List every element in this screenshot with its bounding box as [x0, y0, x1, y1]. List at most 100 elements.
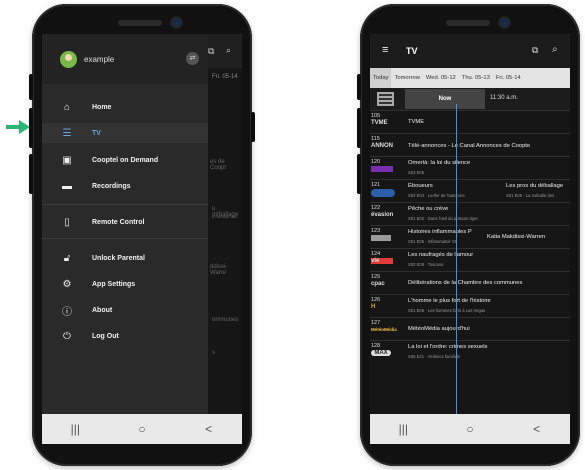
program-episode: S02 E08 · Toscano [408, 262, 444, 267]
program-title[interactable]: Délibérations de la Chambre des communes [408, 280, 522, 286]
menu-item-on-demand[interactable]: ▣ Cooptel on Demand [42, 150, 208, 170]
program-episode: S01 E05 · La mélodie des [506, 193, 555, 198]
info-icon: ⓘ [62, 306, 72, 318]
channel-logo: MAX [371, 350, 391, 356]
left-screen: ⧉ ⌕ Fri. 05-14 es de Coopt u déballage e… [42, 34, 242, 444]
grid-view-icon[interactable] [377, 92, 394, 106]
navigation-drawer: example ⇄ ⌂ Home ☰ TV ▣ Cooptel on Deman… [42, 34, 208, 414]
table-row[interactable]: 123 Histoires inflammables P S01 E06 · I… [370, 225, 570, 249]
table-row[interactable]: 126 H L'homme le plus fort de l'histoire … [370, 294, 570, 318]
system-nav-bar: ||| ○ < [42, 414, 242, 444]
recent-apps-button[interactable]: ||| [388, 422, 418, 436]
menu-item-about[interactable]: ⓘ About [42, 300, 208, 320]
channel-cell: 122 évasion [371, 205, 405, 224]
avatar[interactable] [60, 51, 77, 68]
program-title[interactable]: L'homme le plus fort de l'histoire [408, 298, 491, 304]
program-title[interactable]: MétéoMédia aujourd'hui [408, 326, 470, 332]
app-bar: ≡ TV ⧉ ⌕ [370, 34, 570, 68]
program-title[interactable]: Katia Makdissi-Warren [487, 234, 545, 240]
on-demand-icon: ▣ [62, 154, 72, 166]
channel-cell: 125 cpac [371, 274, 405, 293]
tab-thu[interactable]: Thu. 05-13 [459, 68, 493, 88]
unlock-icon: 🔓︎ [63, 252, 71, 264]
search-icon[interactable]: ⌕ [552, 44, 558, 55]
channel-logo [371, 235, 391, 241]
menu-item-unlock-parental[interactable]: 🔓︎ Unlock Parental [42, 248, 208, 268]
phone-left: ⧉ ⌕ Fri. 05-14 es de Coopt u déballage e… [29, 4, 255, 466]
drawer-header: example ⇄ [42, 34, 208, 84]
power-icon: ⏻ [63, 330, 71, 342]
table-row[interactable]: 121 Éboueurs S02 E04 · Lenfer de l'autom… [370, 179, 570, 203]
program-title[interactable]: Histoires inflammables P [408, 229, 472, 235]
table-row[interactable]: 125 cpac Délibérations de la Chambre des … [370, 271, 570, 295]
phone-right: ≡ TV ⧉ ⌕ Today Tomorrow Wed. 05-12 Thu. … [357, 4, 580, 466]
home-button[interactable]: ○ [127, 422, 157, 436]
program-title[interactable]: Les pros du déballage [506, 183, 563, 189]
tv-guide-icon: ☰ [62, 127, 72, 139]
table-row[interactable]: 124 vie Les naufragés de l'amour S02 E08 … [370, 248, 570, 272]
program-title[interactable]: Les naufragés de l'amour [408, 252, 473, 258]
table-row[interactable]: 115 ANNON Télé-annonces - Le Canal Annonc… [370, 133, 570, 157]
date-tabs: Today Tomorrow Wed. 05-12 Thu. 05-13 Fri… [370, 68, 570, 88]
channel-logo [371, 189, 395, 197]
channel-cell: 127 MétéoMédia [371, 320, 405, 339]
username: example [84, 55, 115, 64]
channel-cell: 115 ANNON [371, 136, 405, 155]
program-title[interactable]: Télé-annonces - Le Canal Annonces de Coo… [408, 143, 530, 149]
divider [42, 204, 208, 205]
tab-fri[interactable]: Fri. 05-14 [493, 68, 524, 88]
channel-logo: H [371, 304, 376, 310]
menu-item-recordings[interactable]: ▬ Recordings [42, 176, 208, 196]
cast-icon[interactable]: ⧉ [532, 45, 538, 56]
table-row[interactable]: 128 MAX La loi et l'ordre: crimes sexuels… [370, 340, 570, 364]
back-button[interactable]: < [522, 422, 552, 436]
hamburger-menu-icon[interactable]: ≡ [382, 44, 388, 56]
program-episode: S01 E06 · Les hommes forts à Las Vegas [408, 308, 486, 313]
channel-cell: 120 [371, 159, 405, 178]
menu-item-tv[interactable]: ☰ TV [42, 123, 208, 143]
table-row[interactable]: 122 évasion Pêche ou crève S01 E02 · Dans… [370, 202, 570, 226]
time-bar: Now 11:30 a.m. [370, 88, 570, 110]
program-title[interactable]: Pêche ou crève [408, 206, 448, 212]
switch-profile-button[interactable]: ⇄ [186, 52, 199, 65]
pointer-arrow-icon [6, 120, 30, 134]
channel-cell: 105 TVME [371, 113, 405, 132]
channel-logo: vie [371, 258, 393, 264]
search-icon[interactable]: ⌕ [226, 45, 231, 56]
table-row[interactable]: 105 TVME TVME [370, 110, 570, 134]
program-episode: S03 E05 [408, 170, 425, 175]
program-episode: S01 E02 · Dans l'oeil du poisson tigre [408, 216, 478, 221]
table-row[interactable]: 127 MétéoMédia MétéoMédia aujourd'hui [370, 317, 570, 341]
menu-item-home[interactable]: ⌂ Home [42, 97, 208, 117]
channel-logo: MétéoMédia [371, 327, 397, 332]
recent-apps-button[interactable]: ||| [60, 422, 90, 436]
program-title[interactable]: TVME [408, 119, 424, 125]
recordings-icon: ▬ [62, 180, 72, 192]
now-button[interactable]: Now [405, 89, 485, 109]
time-label: 11:30 a.m. [490, 95, 518, 101]
tab-tomorrow[interactable]: Tomorrow [391, 68, 422, 88]
program-title[interactable]: Omertà: la loi du silence [408, 160, 470, 166]
channel-cell: 128 MAX [371, 343, 405, 362]
menu-item-app-settings[interactable]: ⚙ App Settings [42, 274, 208, 294]
channel-logo: TVME [371, 120, 388, 126]
tab-today[interactable]: Today [370, 68, 392, 88]
background-date-tab: Fri. 05-14 [212, 74, 238, 80]
program-title[interactable]: La loi et l'ordre: crimes sexuels [408, 344, 487, 350]
channel-cell: 124 vie [371, 251, 405, 270]
tab-wed[interactable]: Wed. 05-12 [423, 68, 459, 88]
channel-logo: ANNON [371, 143, 393, 149]
table-row[interactable]: 120 Omertà: la loi du silence S03 E05 [370, 156, 570, 180]
home-button[interactable]: ○ [455, 422, 485, 436]
home-icon: ⌂ [63, 101, 71, 113]
channel-logo [371, 166, 393, 172]
channel-logo: cpac [371, 281, 385, 287]
program-episode: S01 E06 · Inflammatoir S0 [408, 239, 458, 244]
menu-item-log-out[interactable]: ⏻ Log Out [42, 326, 208, 346]
program-title[interactable]: Éboueurs [408, 183, 433, 189]
menu-item-remote-control[interactable]: ▯ Remote Control [42, 212, 208, 232]
page-title: TV [406, 46, 418, 56]
channel-cell: 121 [371, 182, 405, 201]
cast-icon[interactable]: ⧉ [208, 46, 214, 57]
back-button[interactable]: < [194, 422, 224, 436]
